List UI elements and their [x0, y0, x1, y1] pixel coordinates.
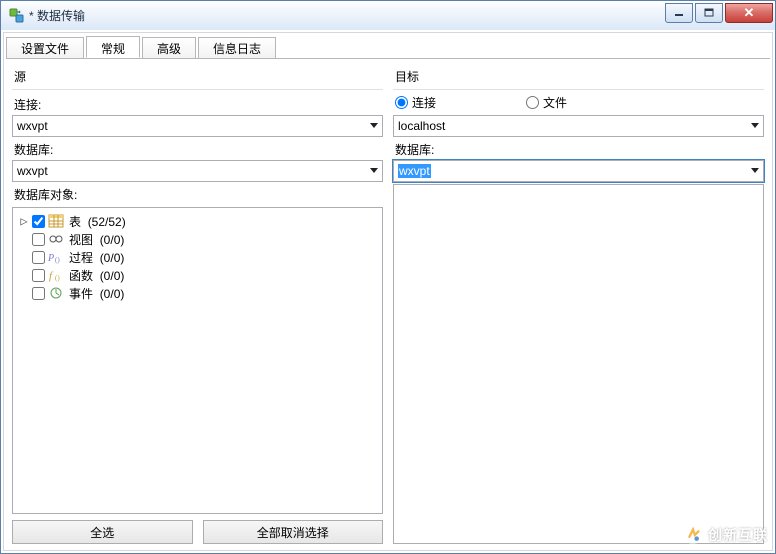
- tab-general[interactable]: 常规: [86, 36, 140, 58]
- source-objects-tree[interactable]: ▷ 表 (52/52) 视图 (0/0): [12, 207, 383, 514]
- source-connection-dropdown[interactable]: wxvpt: [12, 115, 383, 137]
- maximize-button[interactable]: [695, 3, 723, 23]
- procedure-icon: P(): [48, 250, 64, 264]
- tree-label: 视图 (0/0): [67, 231, 124, 248]
- target-radio-file[interactable]: 文件: [526, 94, 567, 111]
- source-group-label: 源: [12, 66, 383, 89]
- tree-row-proc[interactable]: P() 过程 (0/0): [15, 248, 380, 266]
- close-button[interactable]: ✕: [725, 3, 773, 23]
- chevron-down-icon: [370, 168, 378, 174]
- function-icon: f(): [48, 268, 64, 282]
- svg-text:P: P: [48, 253, 54, 264]
- tree-checkbox-event[interactable]: [32, 287, 45, 300]
- tabstrip: 设置文件 常规 高级 信息日志: [4, 33, 772, 57]
- titlebar: * 数据传输 ✕: [0, 0, 776, 30]
- target-radio-connection-input[interactable]: [395, 96, 408, 109]
- tree-label: 事件 (0/0): [67, 285, 124, 302]
- window-buttons: ✕: [665, 3, 773, 23]
- deselect-all-button[interactable]: 全部取消选择: [203, 520, 384, 544]
- chevron-down-icon: [370, 123, 378, 129]
- target-connection-dropdown[interactable]: localhost: [393, 115, 764, 137]
- svg-text:(): (): [55, 256, 60, 264]
- svg-text:(): (): [55, 274, 60, 282]
- source-connection-label: 连接:: [12, 92, 383, 115]
- source-database-value: wxvpt: [17, 164, 370, 178]
- tree-row-table[interactable]: ▷ 表 (52/52): [15, 212, 380, 230]
- tree-checkbox-table[interactable]: [32, 215, 45, 228]
- tree-checkbox-view[interactable]: [32, 233, 45, 246]
- radio-label: 连接: [412, 94, 436, 111]
- source-panel: 源 连接: wxvpt 数据库: wxvpt 数据库对象: ▷: [12, 66, 383, 544]
- target-panel: 目标 连接 文件 localhost 数据库: wxvpt: [393, 66, 764, 544]
- tree-label: 表 (52/52): [67, 213, 126, 230]
- tree-row-view[interactable]: 视图 (0/0): [15, 230, 380, 248]
- target-connection-value: localhost: [398, 119, 751, 133]
- app-icon: [9, 8, 25, 24]
- window-body: 设置文件 常规 高级 信息日志 源 连接: wxvpt 数据库: wxvpt 数…: [0, 30, 776, 554]
- window-title: * 数据传输: [25, 7, 665, 24]
- tree-label: 过程 (0/0): [67, 249, 124, 266]
- tree-label: 函数 (0/0): [67, 267, 124, 284]
- tree-checkbox-proc[interactable]: [32, 251, 45, 264]
- target-radio-connection[interactable]: 连接: [395, 94, 436, 111]
- source-connection-value: wxvpt: [17, 119, 370, 133]
- tab-settings-file[interactable]: 设置文件: [6, 37, 84, 58]
- expand-icon[interactable]: ▷: [19, 214, 29, 228]
- table-icon: [48, 214, 64, 228]
- target-radio-file-input[interactable]: [526, 96, 539, 109]
- select-all-button[interactable]: 全选: [12, 520, 193, 544]
- svg-text:f: f: [49, 270, 54, 282]
- source-database-label: 数据库:: [12, 137, 383, 160]
- target-database-value: wxvpt: [398, 164, 751, 178]
- view-icon: [48, 232, 64, 246]
- event-icon: [48, 286, 64, 300]
- tree-checkbox-func[interactable]: [32, 269, 45, 282]
- source-database-dropdown[interactable]: wxvpt: [12, 160, 383, 182]
- radio-label: 文件: [543, 94, 567, 111]
- target-objects-box: [393, 184, 764, 544]
- minimize-button[interactable]: [665, 3, 693, 23]
- target-database-label: 数据库:: [393, 137, 764, 160]
- tab-info-log[interactable]: 信息日志: [198, 37, 276, 58]
- target-database-dropdown[interactable]: wxvpt: [393, 160, 764, 182]
- tree-row-func[interactable]: f() 函数 (0/0): [15, 266, 380, 284]
- source-objects-label: 数据库对象:: [12, 182, 383, 205]
- tree-row-event[interactable]: 事件 (0/0): [15, 284, 380, 302]
- chevron-down-icon: [751, 168, 759, 174]
- chevron-down-icon: [751, 123, 759, 129]
- target-group-label: 目标: [393, 66, 764, 89]
- tab-advanced[interactable]: 高级: [142, 37, 196, 58]
